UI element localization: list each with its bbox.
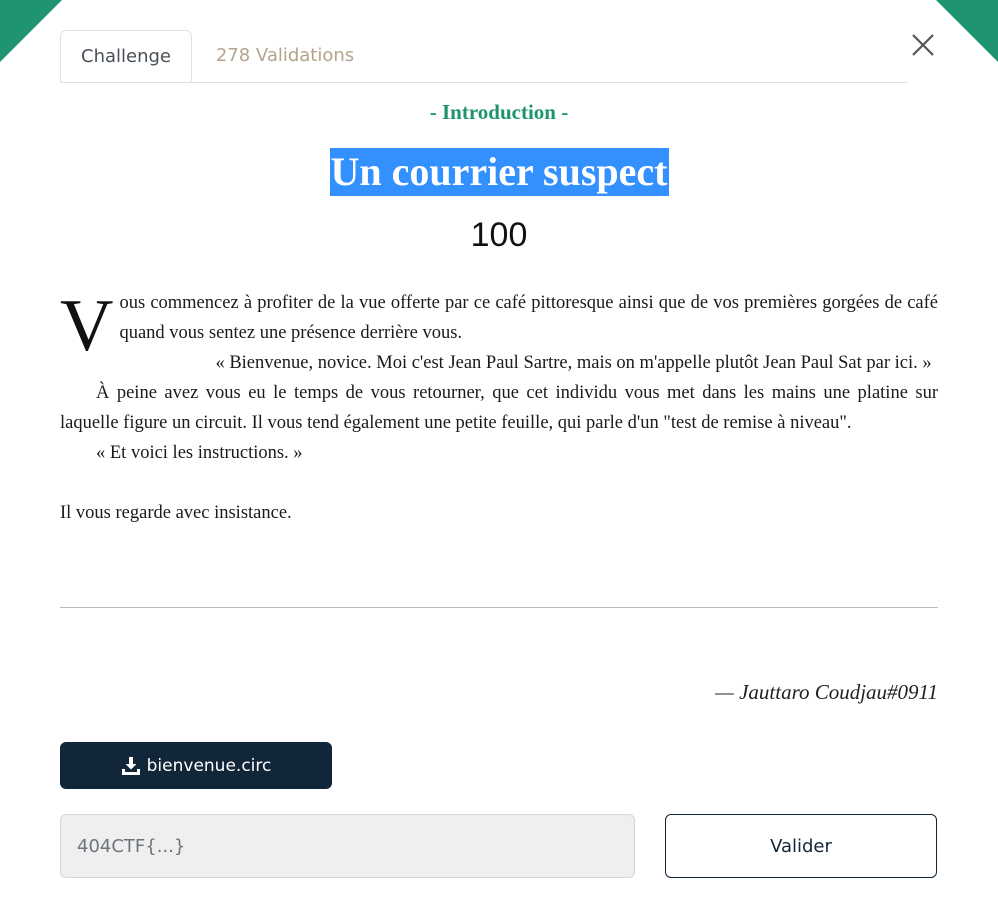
challenge-description: V ous commencez à profiter de la vue off… [60, 288, 938, 528]
download-file-button[interactable]: bienvenue.circ [60, 742, 332, 789]
description-quote-2: « Et voici les instructions. » [96, 443, 303, 463]
divider [60, 607, 938, 608]
challenge-author: — Jauttaro Coudjau#0911 [715, 680, 938, 704]
description-paragraph-3: Il vous regarde avec insistance. [60, 503, 292, 523]
tab-validations[interactable]: 278 Validations [200, 30, 370, 81]
title-wrapper: Un courrier suspect [0, 148, 998, 196]
submit-button[interactable]: Valider [665, 814, 937, 878]
challenge-category: - Introduction - [429, 100, 569, 124]
corner-decoration-right [936, 0, 998, 62]
challenge-tabs: Challenge 278 Validations [60, 30, 908, 83]
description-paragraph-1: ous commencez à profiter de la vue offer… [119, 293, 938, 343]
download-file-label: bienvenue.circ [146, 755, 272, 776]
download-icon [121, 756, 140, 775]
challenge-points: 100 [470, 216, 528, 254]
flag-input[interactable] [60, 814, 635, 878]
description-paragraph-2: À peine avez vous eu le temps de vous re… [60, 383, 938, 433]
dropcap-letter: V [60, 285, 114, 367]
challenge-title: Un courrier suspect [329, 148, 669, 196]
description-quote-1: « Bienvenue, novice. Moi c'est Jean Paul… [215, 353, 932, 373]
tab-challenge[interactable]: Challenge [60, 30, 192, 82]
close-icon[interactable] [906, 30, 938, 62]
corner-decoration-left [0, 0, 62, 62]
